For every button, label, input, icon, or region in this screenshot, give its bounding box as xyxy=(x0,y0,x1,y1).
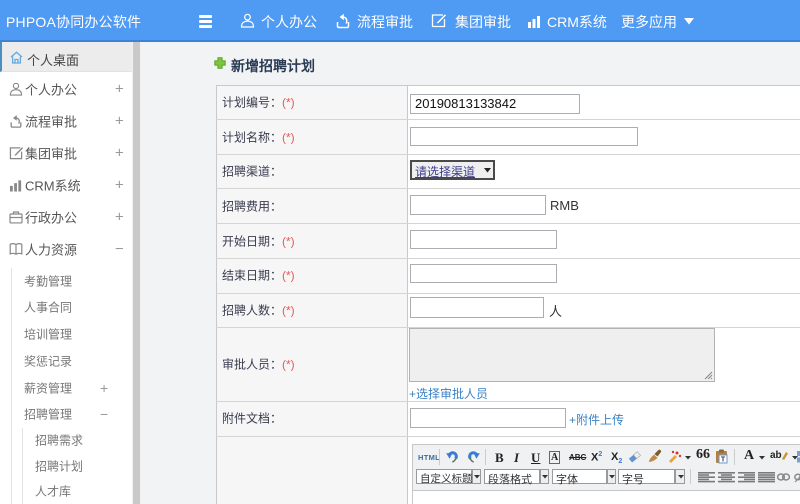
svg-text:T: T xyxy=(721,457,726,464)
